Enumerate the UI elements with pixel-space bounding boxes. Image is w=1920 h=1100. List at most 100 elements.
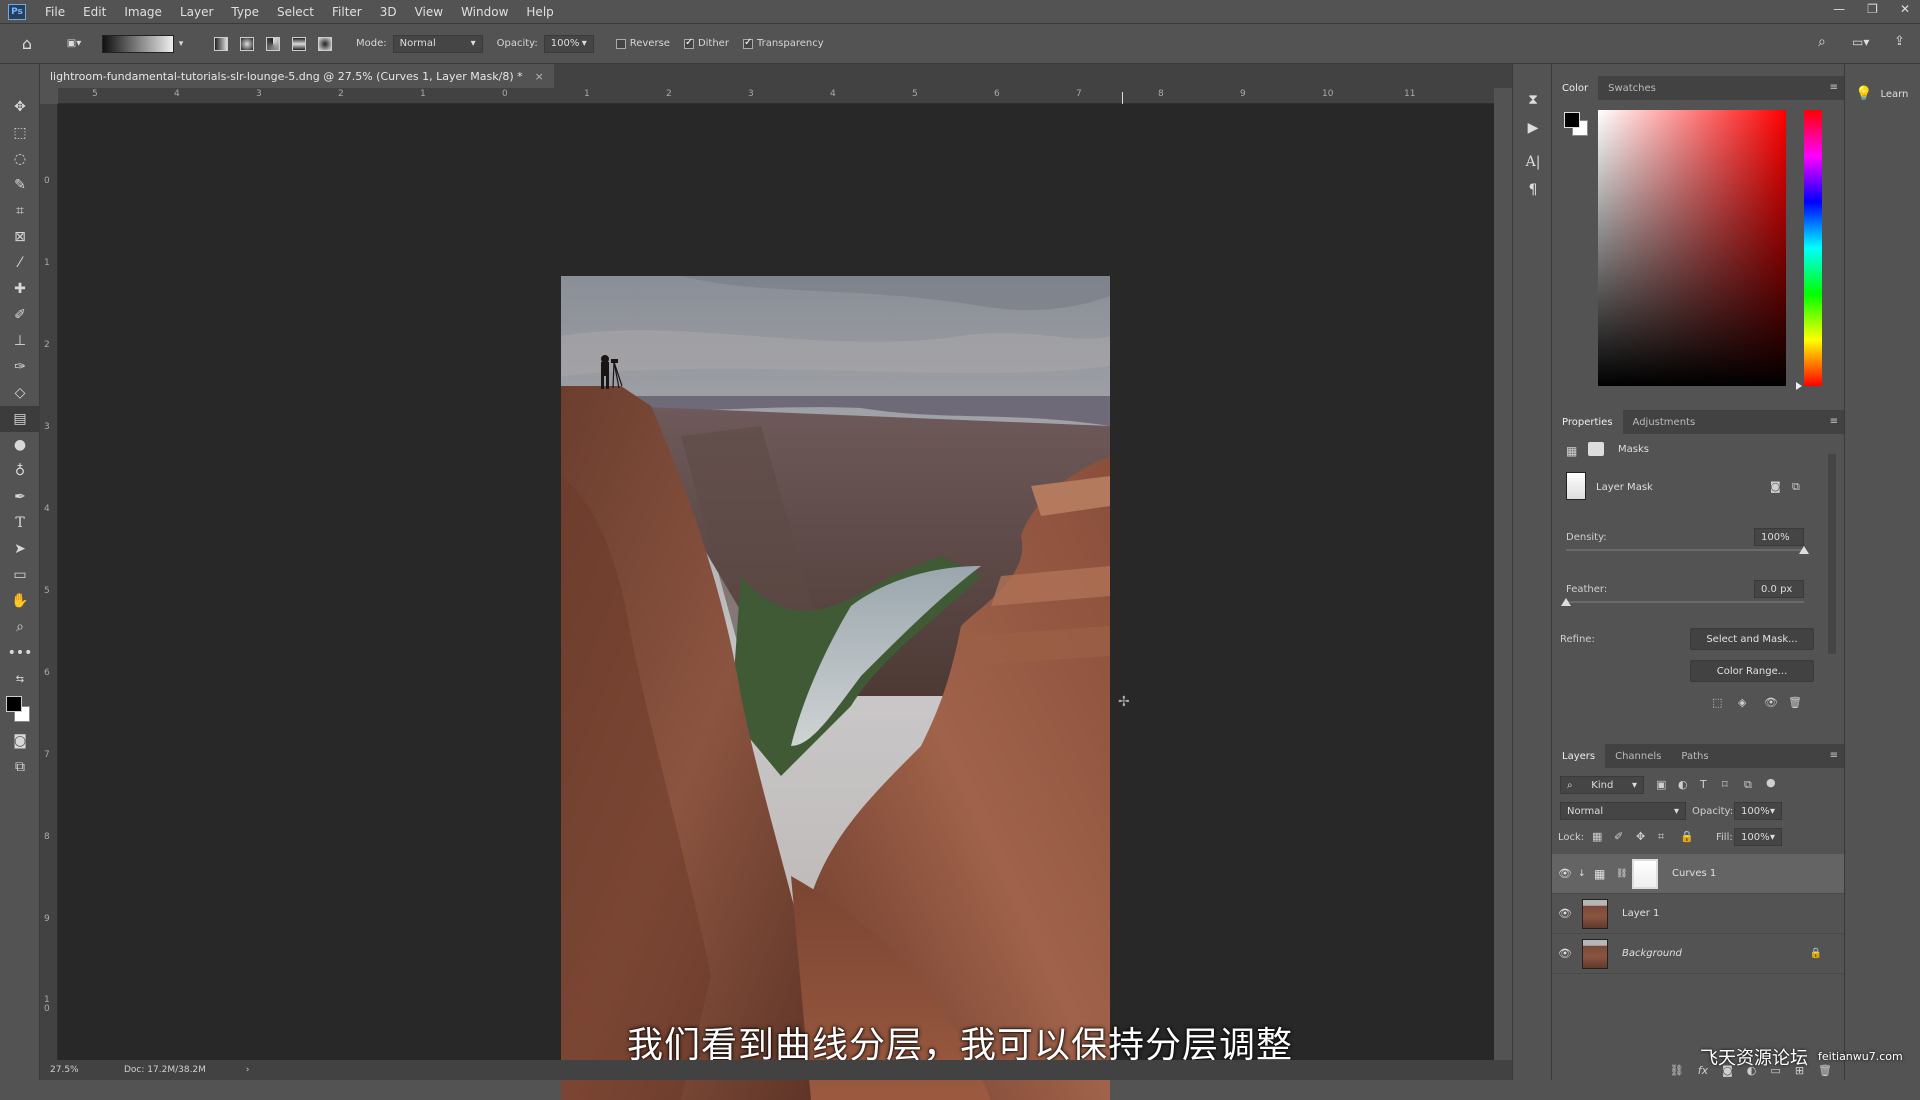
dither-checkbox[interactable] <box>683 37 694 49</box>
color-picker-field[interactable] <box>1598 110 1786 386</box>
path-selection-tool-icon[interactable]: ➤ <box>0 536 40 562</box>
canvas-area[interactable]: ✢ <box>58 104 1494 1100</box>
menu-filter[interactable]: Filter <box>323 5 371 19</box>
search-icon[interactable]: ⌕ <box>1818 34 1826 50</box>
zoom-level[interactable]: 27.5% <box>50 1065 120 1075</box>
color-range-button[interactable]: Color Range... <box>1690 660 1814 682</box>
filter-adjustment-icon[interactable]: ◐ <box>1678 778 1688 791</box>
transparency-checkbox[interactable] <box>742 37 753 49</box>
swap-colors-icon[interactable]: ⇆ <box>0 666 40 692</box>
apply-mask-bottom-icon[interactable]: ◈ <box>1738 696 1746 709</box>
close-window-icon[interactable]: ✕ <box>1900 2 1910 16</box>
panel-menu-icon[interactable]: ≡ <box>1830 82 1838 93</box>
history-brush-tool-icon[interactable]: ✑ <box>0 354 40 380</box>
gradient-picker[interactable] <box>102 34 174 53</box>
tool-preset-icon[interactable]: ▣▾ <box>54 38 94 49</box>
select-mask-icon[interactable]: ◙ <box>1770 480 1781 493</box>
menu-view[interactable]: View <box>406 5 452 19</box>
lock-position-icon[interactable]: ✥ <box>1636 830 1645 843</box>
lock-icon[interactable]: 🔒 <box>1810 948 1822 959</box>
menu-file[interactable]: File <box>36 5 74 19</box>
tab-layers[interactable]: Layers <box>1552 744 1606 768</box>
healing-brush-tool-icon[interactable]: ✚ <box>0 276 40 302</box>
tab-properties[interactable]: Properties <box>1552 410 1623 434</box>
screen-mode-icon[interactable]: ⧉ <box>0 754 40 780</box>
home-icon[interactable]: ⌂ <box>0 34 54 53</box>
radial-gradient-icon[interactable] <box>240 36 254 51</box>
load-selection-icon[interactable]: ⬚ <box>1712 696 1722 709</box>
feather-slider-knob[interactable] <box>1561 598 1571 606</box>
paragraph-icon[interactable]: ¶ <box>1513 176 1553 204</box>
type-tool-icon[interactable]: T <box>0 510 40 536</box>
angle-gradient-icon[interactable] <box>266 36 280 51</box>
quick-mask-icon[interactable]: ◙ <box>0 728 40 754</box>
filter-toggle-icon[interactable]: ● <box>1766 776 1776 789</box>
mode-select[interactable]: Normal ▾ <box>392 34 483 53</box>
crop-tool-icon[interactable]: ⌗ <box>0 198 40 224</box>
visibility-eye-icon[interactable]: 👁 <box>1552 867 1578 880</box>
link-layers-icon[interactable]: ⛓ <box>1670 1064 1684 1077</box>
layer-filter-kind[interactable]: ⌕ Kind ▾ <box>1560 776 1644 794</box>
clone-stamp-tool-icon[interactable]: ⊥ <box>0 328 40 354</box>
trash-icon[interactable]: 🗑 <box>1788 696 1802 709</box>
menu-window[interactable]: Window <box>452 5 517 19</box>
eyedropper-tool-icon[interactable]: ⁄ <box>0 250 40 276</box>
history-icon[interactable]: ⧗ <box>1513 86 1553 114</box>
panel-menu-icon[interactable]: ≡ <box>1830 416 1838 427</box>
foreground-color-swatch[interactable] <box>6 696 22 712</box>
color-swatches[interactable] <box>0 692 40 728</box>
restore-icon[interactable]: ❐ <box>1867 2 1878 16</box>
lock-image-icon[interactable]: ✐ <box>1614 830 1623 843</box>
mask-icon[interactable] <box>1588 442 1604 456</box>
tab-adjustments[interactable]: Adjustments <box>1623 410 1706 434</box>
reverse-checkbox[interactable] <box>615 38 626 49</box>
layer-row-layer-1[interactable]: 👁 Layer 1 <box>1552 894 1844 934</box>
layer-row-curves[interactable]: 👁 ↓ ▦ ⛓ Curves 1 <box>1552 854 1844 894</box>
chevron-down-icon[interactable]: ▾ <box>174 39 188 49</box>
tab-paths[interactable]: Paths <box>1671 744 1718 768</box>
menu-select[interactable]: Select <box>268 5 323 19</box>
select-and-mask-button[interactable]: Select and Mask... <box>1690 628 1814 650</box>
layer-mask-thumbnail[interactable] <box>1566 472 1586 500</box>
menu-type[interactable]: Type <box>222 5 268 19</box>
reflected-gradient-icon[interactable] <box>292 36 306 51</box>
properties-scrollbar[interactable] <box>1828 454 1836 654</box>
tab-swatches[interactable]: Swatches <box>1598 76 1666 100</box>
actions-play-icon[interactable]: ▶ <box>1513 114 1553 142</box>
menu-layer[interactable]: Layer <box>171 5 222 19</box>
pen-tool-icon[interactable]: ✒ <box>0 484 40 510</box>
learn-button[interactable]: 💡 Learn <box>1855 86 1908 102</box>
filter-shape-icon[interactable]: ⌑ <box>1722 778 1728 791</box>
canyon-photo[interactable] <box>561 276 1110 1100</box>
lock-all-icon[interactable]: 🔒 <box>1680 830 1694 843</box>
gradient-tool-icon[interactable]: ▤ <box>0 406 40 432</box>
foreground-swatch[interactable] <box>1564 112 1580 128</box>
move-tool-icon[interactable]: ✥ <box>0 94 40 120</box>
visibility-eye-icon[interactable]: 👁 <box>1552 907 1578 920</box>
menu-3d[interactable]: 3D <box>371 5 406 19</box>
menu-edit[interactable]: Edit <box>74 5 115 19</box>
close-tab-icon[interactable]: × <box>535 70 544 83</box>
layer-opacity-field[interactable]: 100% ▾ <box>1734 802 1782 820</box>
lock-transparent-icon[interactable]: ▦ <box>1592 830 1602 843</box>
fill-field[interactable]: 100% ▾ <box>1734 828 1782 846</box>
density-slider[interactable] <box>1566 549 1804 551</box>
delete-layer-icon[interactable]: 🗑 <box>1818 1064 1832 1077</box>
workspace-icon[interactable]: ▭▾ <box>1852 35 1869 49</box>
minimize-icon[interactable]: — <box>1833 2 1845 16</box>
apply-mask-icon[interactable]: ⧉ <box>1792 480 1800 494</box>
panel-menu-icon[interactable]: ≡ <box>1830 750 1838 761</box>
layer-mask-thumbnail[interactable] <box>1632 858 1658 889</box>
lasso-tool-icon[interactable]: ◌ <box>0 146 40 172</box>
blur-tool-icon[interactable]: ● <box>0 432 40 458</box>
lock-artboard-icon[interactable]: ⌗ <box>1658 830 1664 844</box>
layer-row-background[interactable]: 👁 Background 🔒 <box>1552 934 1844 974</box>
chevron-right-icon[interactable]: › <box>246 1065 250 1075</box>
rectangle-tool-icon[interactable]: ▭ <box>0 562 40 588</box>
visibility-icon[interactable]: 👁 <box>1764 696 1778 709</box>
filter-type-icon[interactable]: T <box>1700 778 1707 791</box>
zoom-tool-icon[interactable]: ⌕ <box>0 614 40 640</box>
linear-gradient-icon[interactable] <box>214 36 228 51</box>
marquee-tool-icon[interactable]: ⬚ <box>0 120 40 146</box>
filter-pixel-icon[interactable]: ▣ <box>1656 778 1666 791</box>
